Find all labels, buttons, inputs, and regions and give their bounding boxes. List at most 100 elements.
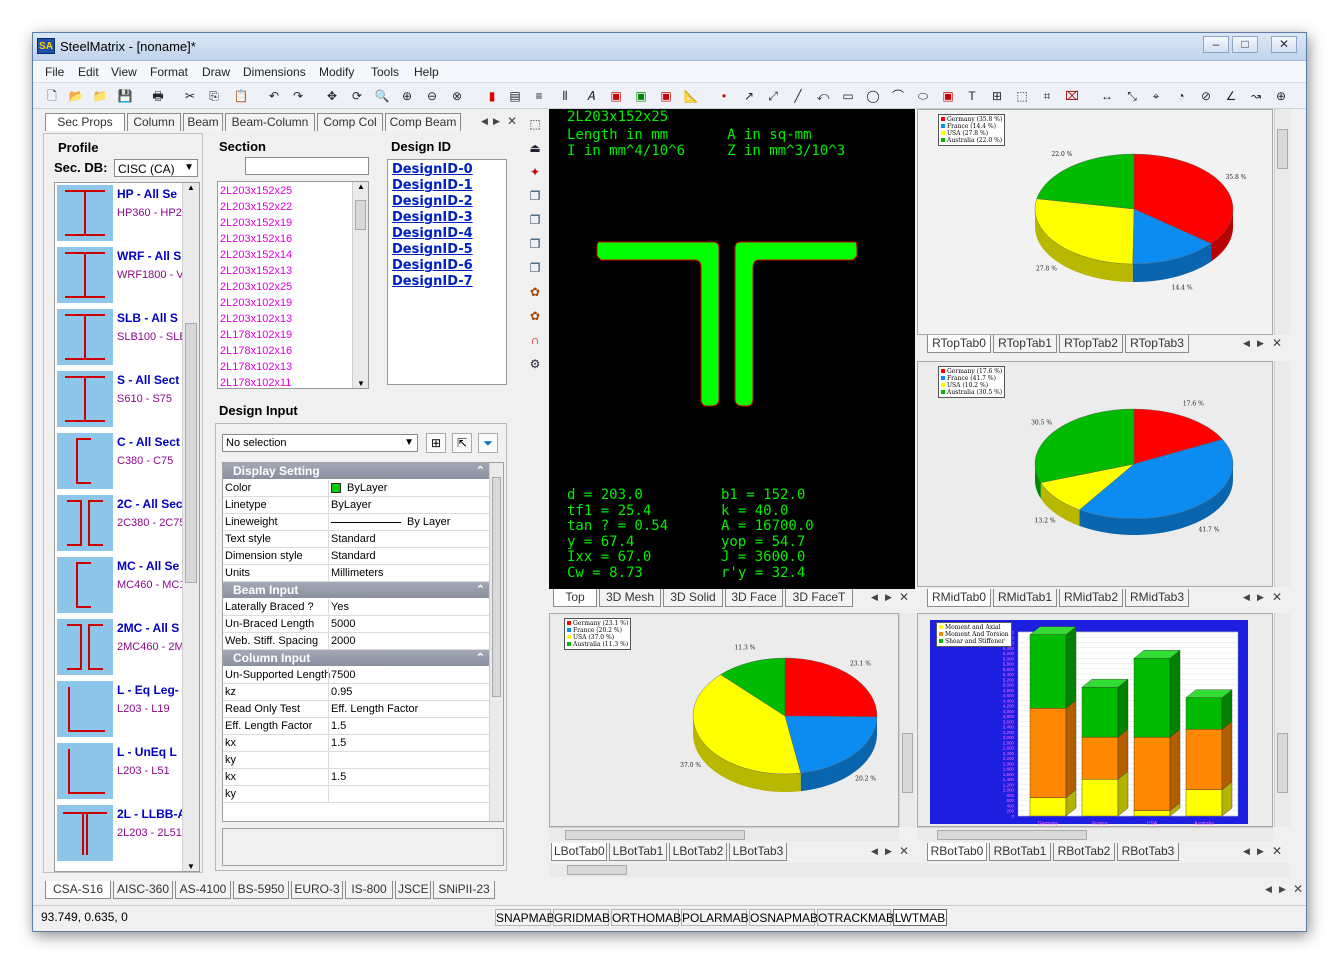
menu-help[interactable]: Help (414, 65, 439, 79)
property-value[interactable]: 7500 (331, 669, 355, 681)
dimension-style-icon[interactable]: ▣ (607, 87, 625, 105)
dim-angular-icon[interactable]: ∠ (1222, 87, 1240, 105)
tab-lbottab2[interactable]: LBotTab2 (669, 843, 727, 861)
categorized-view-icon[interactable]: ⊞ (426, 433, 446, 453)
snap-toggle[interactable]: SNAPMAB (495, 909, 555, 926)
dim-linear-icon[interactable]: ↔ (1098, 87, 1116, 105)
menu-dimensions[interactable]: Dimensions (243, 65, 306, 79)
ortho-toggle[interactable]: ORTHOMAB (611, 909, 681, 926)
lwt-toggle[interactable]: LWTMAB (893, 909, 947, 926)
tab-aisc-360[interactable]: AISC-360 (113, 881, 173, 899)
center-mark-icon[interactable]: ⊕ (1272, 87, 1290, 105)
tab-beam[interactable]: Beam (183, 113, 223, 131)
tab-jsce[interactable]: JSCE (395, 881, 431, 899)
menu-file[interactable]: File (45, 65, 64, 79)
view-iso2-icon[interactable]: ❐ (526, 211, 544, 229)
view-front-icon[interactable]: ⏏ (526, 139, 544, 157)
tab-rtoptab3[interactable]: RTopTab3 (1125, 335, 1189, 353)
collapse-icon[interactable]: ⌃ (476, 463, 485, 479)
tab-next-icon[interactable]: ▶ (1257, 338, 1264, 349)
profile-item[interactable]: C - All Sect C380 - C75 (55, 431, 195, 493)
property-value[interactable]: 0.95 (331, 686, 352, 698)
hatch-icon[interactable]: ▤ (506, 87, 524, 105)
property-row[interactable]: Units Millimeters (223, 565, 491, 582)
property-row[interactable]: ky (223, 786, 491, 803)
profile-item[interactable]: L - UnEq L L203 - L51 (55, 741, 195, 803)
dim-ordinate-icon[interactable]: ⌖ (1147, 87, 1165, 105)
settings-icon[interactable]: ⚙ (526, 355, 544, 373)
menu-draw[interactable]: Draw (202, 65, 230, 79)
tab-rmidtab2[interactable]: RMidTab2 (1059, 589, 1123, 607)
property-row[interactable]: Color ByLayer (223, 480, 491, 497)
property-group-header[interactable]: Beam Input ⌃ (223, 582, 491, 598)
section-list-item[interactable]: 2L203x152x19 (220, 217, 292, 229)
tab-3d-face[interactable]: 3D Face (725, 589, 783, 607)
property-row[interactable]: Eff. Length Factor 1.5 (223, 718, 491, 735)
tab-rmidtab0[interactable]: RMidTab0 (927, 589, 991, 607)
tab-rbottab2[interactable]: RBotTab2 (1053, 843, 1115, 861)
copy-icon[interactable]: ⎘ (205, 87, 223, 105)
close-view-icon[interactable]: ✕ (1272, 844, 1282, 858)
design-id-item[interactable]: DesignID-0 (392, 162, 473, 177)
polar-toggle[interactable]: POLARMAB (681, 909, 749, 926)
property-value[interactable]: Standard (331, 550, 376, 562)
left-bottom-scrollbar[interactable] (899, 613, 915, 827)
circle-icon[interactable]: ◯ (864, 87, 882, 105)
property-value[interactable]: Millimeters (331, 567, 384, 579)
profile-item[interactable]: 2L - LLBB-A 2L203 - 2L51 (55, 803, 195, 865)
property-row[interactable]: Text style Standard (223, 531, 491, 548)
pan-icon[interactable]: ✥ (323, 87, 341, 105)
block-icon[interactable]: ▣ (939, 87, 957, 105)
right-top-scrollbar[interactable] (1274, 109, 1290, 335)
design-id-list[interactable]: DesignID-0 DesignID-1 DesignID-2 DesignID-3… (387, 159, 507, 385)
tab-lbottab3[interactable]: LBotTab3 (729, 843, 787, 861)
left-bottom-hscroll[interactable] (549, 827, 899, 841)
profile-item[interactable]: 2C - All Sec 2C380 - 2C75 (55, 493, 195, 555)
magnet-icon[interactable]: ∩ (526, 331, 544, 349)
sec-db-select[interactable]: CISC (CA) ▼ (114, 159, 198, 177)
grid-lines-icon[interactable]: ≡ (530, 87, 548, 105)
section-list-item[interactable]: 2L203x102x19 (220, 297, 292, 309)
right-mid-scrollbar[interactable] (1274, 361, 1290, 587)
tab-prev-icon[interactable]: ◀ (1243, 338, 1250, 349)
image-insert-icon[interactable]: ▣ (632, 87, 650, 105)
table-icon[interactable]: ⊞ (988, 87, 1006, 105)
profile-list-scrollbar[interactable]: ▲ ▼ (182, 183, 199, 871)
tab-euro-3[interactable]: EURO-3 (291, 881, 343, 899)
tab-next-icon[interactable]: ▶ (1279, 884, 1286, 895)
tab-beam-column[interactable]: Beam-Column (225, 113, 315, 131)
zoom-extents-icon[interactable]: ⊗ (448, 87, 466, 105)
tab-next-icon[interactable]: ▶ (493, 116, 500, 127)
tab-prev-icon[interactable]: ◀ (1265, 884, 1272, 895)
view-iso4-icon[interactable]: ❐ (526, 259, 544, 277)
menu-view[interactable]: View (111, 65, 137, 79)
property-row[interactable]: Lineweight By Layer (223, 514, 491, 531)
profile-item[interactable]: HP - All Se HP360 - HP2 (55, 183, 195, 245)
tab-sec-props[interactable]: Sec Props (45, 113, 125, 131)
profile-item[interactable]: MC - All Se MC460 - MC1 (55, 555, 195, 617)
section-list-scrollbar[interactable]: ▲ ▼ (352, 182, 368, 388)
section-list-item[interactable]: 2L178x102x13 (220, 361, 292, 373)
section-list-item[interactable]: 2L203x152x25 (220, 185, 292, 197)
tab-rtoptab2[interactable]: RTopTab2 (1059, 335, 1123, 353)
tab-is-800[interactable]: IS-800 (345, 881, 393, 899)
property-row[interactable]: Web. Stiff. Spacing 2000 (223, 633, 491, 650)
tab-prev-icon[interactable]: ◀ (1243, 846, 1250, 857)
property-group-header[interactable]: Column Input ⌃ (223, 650, 491, 666)
dim-radius-icon[interactable]: ◔ (1172, 87, 1190, 105)
open-recent-icon[interactable]: 📁 (91, 87, 109, 105)
tab-rtoptab0[interactable]: RTopTab0 (927, 335, 991, 353)
tab-3d-solid[interactable]: 3D Solid (663, 589, 723, 607)
layout-icon[interactable]: ▣ (657, 87, 675, 105)
property-value[interactable]: ByLayer (331, 499, 371, 511)
cut-icon[interactable]: ✂ (181, 87, 199, 105)
tab-3d-mesh[interactable]: 3D Mesh (599, 589, 661, 607)
menu-modify[interactable]: Modify (319, 65, 354, 79)
property-value[interactable]: 1.5 (331, 771, 346, 783)
save-icon[interactable]: 💾 (116, 87, 134, 105)
maximize-button[interactable]: □ (1232, 36, 1258, 53)
tab-prev-icon[interactable]: ◀ (871, 592, 878, 603)
view-iso1-icon[interactable]: ❐ (526, 187, 544, 205)
polyline-icon[interactable]: ⤺ (814, 87, 832, 105)
print-icon[interactable]: 🖶 (149, 87, 167, 105)
